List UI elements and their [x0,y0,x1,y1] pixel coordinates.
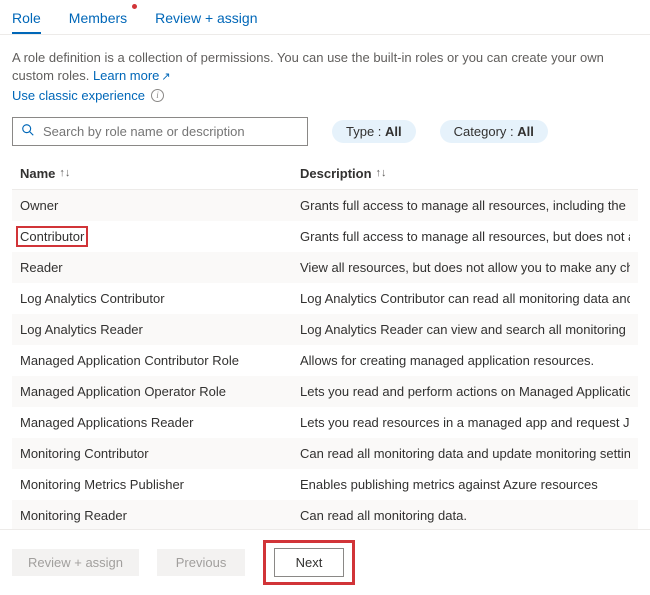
search-icon [21,123,35,140]
role-name: Owner [20,198,300,213]
column-description[interactable]: Description ↑↓ [300,166,630,181]
learn-more-link[interactable]: Learn more↗ [93,68,171,83]
role-description: Allows for creating managed application … [300,353,630,368]
filter-type[interactable]: Type : All [332,120,416,143]
role-name: Managed Application Contributor Role [20,353,300,368]
classic-experience-link[interactable]: Use classic experience [12,88,145,103]
role-name: Monitoring Reader [20,508,300,523]
table-row[interactable]: Monitoring Metrics PublisherEnables publ… [12,469,638,500]
sort-icon: ↑↓ [59,168,70,179]
column-name[interactable]: Name ↑↓ [20,166,300,181]
tab-role[interactable]: Role [12,6,41,34]
next-button-highlight: Next [263,540,355,585]
role-description: Grants full access to manage all resourc… [300,229,630,244]
role-description: Can read all monitoring data. [300,508,630,523]
role-description: Lets you read resources in a managed app… [300,415,630,430]
intro-text: A role definition is a collection of per… [12,49,638,86]
search-input[interactable] [41,123,299,140]
status-dot-icon [132,4,137,9]
table-row[interactable]: ContributorGrants full access to manage … [12,221,638,252]
tab-members[interactable]: Members [69,6,127,34]
sort-icon: ↑↓ [376,168,387,179]
next-button[interactable]: Next [274,548,344,577]
search-box[interactable] [12,117,308,146]
role-name: Monitoring Contributor [20,446,300,461]
table-row[interactable]: Managed Application Operator RoleLets yo… [12,376,638,407]
role-description: Can read all monitoring data and update … [300,446,630,461]
table-row[interactable]: Log Analytics ReaderLog Analytics Reader… [12,314,638,345]
role-name: Contributor [20,229,300,244]
footer-bar: Review + assign Previous Next [0,529,650,595]
info-icon[interactable]: i [151,89,164,102]
table-row[interactable]: ReaderView all resources, but does not a… [12,252,638,283]
role-description: Log Analytics Contributor can read all m… [300,291,630,306]
role-name: Managed Applications Reader [20,415,300,430]
role-description: View all resources, but does not allow y… [300,260,630,275]
table-row[interactable]: Log Analytics ContributorLog Analytics C… [12,283,638,314]
tab-bar: Role Members Review + assign [0,0,650,35]
table-row[interactable]: OwnerGrants full access to manage all re… [12,190,638,221]
role-description: Lets you read and perform actions on Man… [300,384,630,399]
role-name: Reader [20,260,300,275]
review-assign-button[interactable]: Review + assign [12,549,139,576]
table-header: Name ↑↓ Description ↑↓ [12,160,638,190]
previous-button[interactable]: Previous [157,549,245,576]
tab-members-label: Members [69,10,127,26]
tab-review-assign[interactable]: Review + assign [155,6,257,34]
role-name: Log Analytics Reader [20,322,300,337]
highlighted-role: Contributor [16,226,88,247]
role-name: Log Analytics Contributor [20,291,300,306]
external-link-icon: ↗ [161,71,170,83]
table-row[interactable]: Managed Application Contributor RoleAllo… [12,345,638,376]
filter-bar: Type : All Category : All [12,117,638,146]
role-name: Managed Application Operator Role [20,384,300,399]
table-row[interactable]: Monitoring ContributorCan read all monit… [12,438,638,469]
role-description: Grants full access to manage all resourc… [300,198,630,213]
table-row[interactable]: Monitoring ReaderCan read all monitoring… [12,500,638,531]
role-name: Monitoring Metrics Publisher [20,477,300,492]
role-description: Enables publishing metrics against Azure… [300,477,630,492]
filter-category[interactable]: Category : All [440,120,548,143]
role-description: Log Analytics Reader can view and search… [300,322,630,337]
table-row[interactable]: Managed Applications ReaderLets you read… [12,407,638,438]
roles-table: Name ↑↓ Description ↑↓ OwnerGrants full … [12,160,638,562]
